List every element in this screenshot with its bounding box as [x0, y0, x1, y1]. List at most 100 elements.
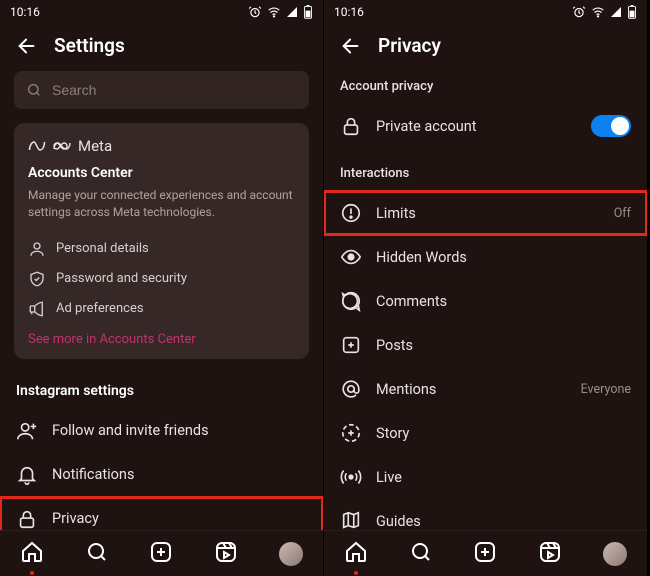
- nav-profile[interactable]: [603, 542, 627, 566]
- menu-label: Story: [376, 425, 409, 442]
- person-icon: [28, 240, 46, 258]
- menu-label: Privacy: [52, 510, 99, 527]
- menu-item-private-account[interactable]: Private account: [324, 104, 647, 148]
- status-icons: [572, 5, 637, 19]
- status-time: 10:16: [334, 5, 364, 19]
- nav-reels[interactable]: [214, 540, 238, 568]
- nav-search[interactable]: [85, 540, 109, 568]
- nav-reels[interactable]: [538, 540, 562, 568]
- menu-value: Everyone: [581, 382, 631, 397]
- signal-icon: [286, 6, 298, 18]
- megaphone-icon: [28, 300, 46, 318]
- settings-menu: Follow and invite friends Notifications …: [0, 409, 323, 530]
- nav-indicator-dot: [30, 571, 34, 575]
- menu-label: Limits: [376, 205, 416, 222]
- broadcast-icon: [340, 466, 362, 488]
- menu-item-guides[interactable]: Guides: [324, 499, 647, 530]
- menu-label: Posts: [376, 337, 413, 354]
- menu-item-notifications[interactable]: Notifications: [0, 453, 323, 497]
- card-title: Accounts Center: [28, 165, 295, 181]
- home-icon: [344, 540, 368, 564]
- menu-item-comments[interactable]: Comments: [324, 279, 647, 323]
- status-icons: [248, 5, 313, 19]
- menu-item-story[interactable]: Story: [324, 411, 647, 455]
- card-item-password[interactable]: Password and security: [28, 264, 295, 294]
- lock-icon: [16, 508, 38, 530]
- section-account-privacy: Account privacy: [324, 71, 647, 104]
- wifi-icon: [267, 5, 281, 19]
- comment-icon: [340, 290, 362, 312]
- bottom-nav: [324, 530, 647, 576]
- menu-value: Off: [614, 206, 631, 221]
- menu-label: Hidden Words: [376, 249, 467, 266]
- search-input[interactable]: [52, 82, 297, 98]
- status-time: 10:16: [10, 5, 40, 19]
- search-box[interactable]: [14, 71, 309, 109]
- nav-home[interactable]: [344, 540, 368, 568]
- menu-label: Follow and invite friends: [52, 422, 209, 439]
- battery-icon: [303, 5, 313, 19]
- nav-create[interactable]: [149, 540, 173, 568]
- back-arrow-icon[interactable]: [340, 35, 362, 57]
- menu-label: Guides: [376, 513, 421, 530]
- plus-square-icon: [340, 334, 362, 356]
- wifi-icon: [591, 5, 605, 19]
- menu-label: Private account: [376, 118, 477, 135]
- back-arrow-icon[interactable]: [16, 35, 38, 57]
- card-item-personal-details[interactable]: Personal details: [28, 234, 295, 264]
- header: Privacy: [324, 22, 647, 71]
- eye-hidden-icon: [340, 246, 362, 268]
- menu-label: Live: [376, 469, 402, 486]
- accounts-center-link[interactable]: See more in Accounts Center: [28, 332, 196, 347]
- page-title: Settings: [54, 34, 125, 57]
- avatar: [279, 542, 303, 566]
- menu-item-live[interactable]: Live: [324, 455, 647, 499]
- search-icon: [85, 540, 109, 564]
- home-icon: [20, 540, 44, 564]
- privacy-screen: 10:16 Privacy Account privacy Private ac…: [324, 0, 648, 576]
- menu-label: Notifications: [52, 466, 134, 483]
- story-plus-icon: [340, 422, 362, 444]
- plus-square-icon: [473, 540, 497, 564]
- menu-label: Mentions: [376, 381, 436, 398]
- meta-logo: Meta: [28, 137, 295, 155]
- lock-icon: [340, 115, 362, 137]
- person-plus-icon: [16, 420, 38, 442]
- card-item-label: Personal details: [56, 241, 149, 256]
- status-bar: 10:16: [324, 0, 647, 22]
- settings-screen: 10:16 Settings Meta Accounts Center Mana…: [0, 0, 324, 576]
- search-icon: [409, 540, 433, 564]
- nav-create[interactable]: [473, 540, 497, 568]
- section-interactions: Interactions: [324, 148, 647, 191]
- interactions-menu: Limits Off Hidden Words Comments Posts M…: [324, 191, 647, 530]
- menu-item-posts[interactable]: Posts: [324, 323, 647, 367]
- nav-indicator-dot: [354, 571, 358, 575]
- nav-search[interactable]: [409, 540, 433, 568]
- accounts-center-card[interactable]: Meta Accounts Center Manage your connect…: [14, 123, 309, 359]
- meta-brand-text: Meta: [78, 137, 112, 155]
- plus-square-icon: [149, 540, 173, 564]
- private-account-toggle[interactable]: [591, 115, 631, 137]
- shield-check-icon: [28, 270, 46, 288]
- card-item-ads[interactable]: Ad preferences: [28, 294, 295, 324]
- menu-item-hidden-words[interactable]: Hidden Words: [324, 235, 647, 279]
- guides-icon: [340, 510, 362, 530]
- at-icon: [340, 378, 362, 400]
- battery-icon: [627, 5, 637, 19]
- section-instagram-settings: Instagram settings: [0, 375, 323, 409]
- menu-item-follow-invite[interactable]: Follow and invite friends: [0, 409, 323, 453]
- alarm-icon: [248, 5, 262, 19]
- nav-home[interactable]: [20, 540, 44, 568]
- alert-circle-icon: [340, 202, 362, 224]
- signal-icon: [610, 6, 622, 18]
- reels-icon: [214, 540, 238, 564]
- nav-profile[interactable]: [279, 542, 303, 566]
- menu-item-limits[interactable]: Limits Off: [324, 191, 647, 235]
- avatar: [603, 542, 627, 566]
- menu-item-mentions[interactable]: Mentions Everyone: [324, 367, 647, 411]
- reels-icon: [538, 540, 562, 564]
- card-description: Manage your connected experiences and ac…: [28, 187, 295, 222]
- meta-icon: [28, 140, 46, 152]
- menu-item-privacy[interactable]: Privacy: [0, 497, 323, 530]
- search-icon: [26, 82, 42, 98]
